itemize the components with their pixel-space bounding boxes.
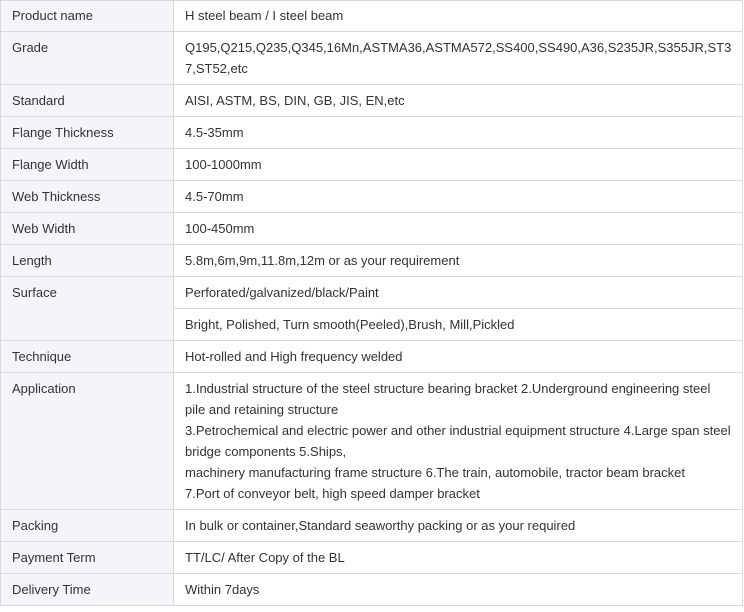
table-row: Delivery Time Within 7days: [0, 573, 743, 606]
application-line: 3.Petrochemical and electric power and o…: [185, 423, 731, 459]
table-row: Packing In bulk or container,Standard se…: [0, 509, 743, 542]
row-label-standard: Standard: [0, 84, 174, 117]
row-label-grade: Grade: [0, 31, 174, 85]
row-value-surface-1: Perforated/galvanized/black/Paint: [173, 276, 743, 309]
application-line: 7.Port of conveyor belt, high speed damp…: [185, 486, 480, 501]
application-line: machinery manufacturing frame structure …: [185, 465, 685, 480]
row-value-web-thickness: 4.5-70mm: [173, 180, 743, 213]
row-label-delivery-time: Delivery Time: [0, 573, 174, 606]
row-label-packing: Packing: [0, 509, 174, 542]
row-label-payment-term: Payment Term: [0, 541, 174, 574]
row-value-web-width: 100-450mm: [173, 212, 743, 245]
row-value-surface-2: Bright, Polished, Turn smooth(Peeled),Br…: [173, 308, 743, 341]
row-label-web-thickness: Web Thickness: [0, 180, 174, 213]
row-value-standard: AISI, ASTM, BS, DIN, GB, JIS, EN,etc: [173, 84, 743, 117]
row-value-payment-term: TT/LC/ After Copy of the BL: [173, 541, 743, 574]
row-label-product-name: Product name: [0, 0, 174, 32]
table-row: Standard AISI, ASTM, BS, DIN, GB, JIS, E…: [0, 84, 743, 117]
table-row: Technique Hot-rolled and High frequency …: [0, 340, 743, 373]
table-row: Flange Thickness 4.5-35mm: [0, 116, 743, 149]
row-label-surface: Surface: [0, 276, 174, 341]
table-row: Web Thickness 4.5-70mm: [0, 180, 743, 213]
row-label-application: Application: [0, 372, 174, 510]
table-row: Surface Perforated/galvanized/black/Pain…: [0, 276, 743, 341]
row-value-flange-width: 100-1000mm: [173, 148, 743, 181]
spec-table: Product name H steel beam / I steel beam…: [0, 0, 743, 606]
row-value-flange-thickness: 4.5-35mm: [173, 116, 743, 149]
row-value-packing: In bulk or container,Standard seaworthy …: [173, 509, 743, 542]
row-value-length: 5.8m,6m,9m,11.8m,12m or as your requirem…: [173, 244, 743, 277]
table-row: Web Width 100-450mm: [0, 212, 743, 245]
row-label-length: Length: [0, 244, 174, 277]
row-label-flange-width: Flange Width: [0, 148, 174, 181]
row-label-technique: Technique: [0, 340, 174, 373]
row-label-web-width: Web Width: [0, 212, 174, 245]
table-row: Payment Term TT/LC/ After Copy of the BL: [0, 541, 743, 574]
table-row: Flange Width 100-1000mm: [0, 148, 743, 181]
row-value-product-name: H steel beam / I steel beam: [173, 0, 743, 32]
table-row: Length 5.8m,6m,9m,11.8m,12m or as your r…: [0, 244, 743, 277]
row-value-technique: Hot-rolled and High frequency welded: [173, 340, 743, 373]
row-value-grade: Q195,Q215,Q235,Q345,16Mn,ASTMA36,ASTMA57…: [173, 31, 743, 85]
row-value-delivery-time: Within 7days: [173, 573, 743, 606]
table-row: Application 1.Industrial structure of th…: [0, 372, 743, 510]
table-row: Grade Q195,Q215,Q235,Q345,16Mn,ASTMA36,A…: [0, 31, 743, 85]
row-label-flange-thickness: Flange Thickness: [0, 116, 174, 149]
application-line: 1.Industrial structure of the steel stru…: [185, 381, 711, 417]
row-value-application: 1.Industrial structure of the steel stru…: [173, 372, 743, 510]
table-row: Product name H steel beam / I steel beam: [0, 0, 743, 32]
